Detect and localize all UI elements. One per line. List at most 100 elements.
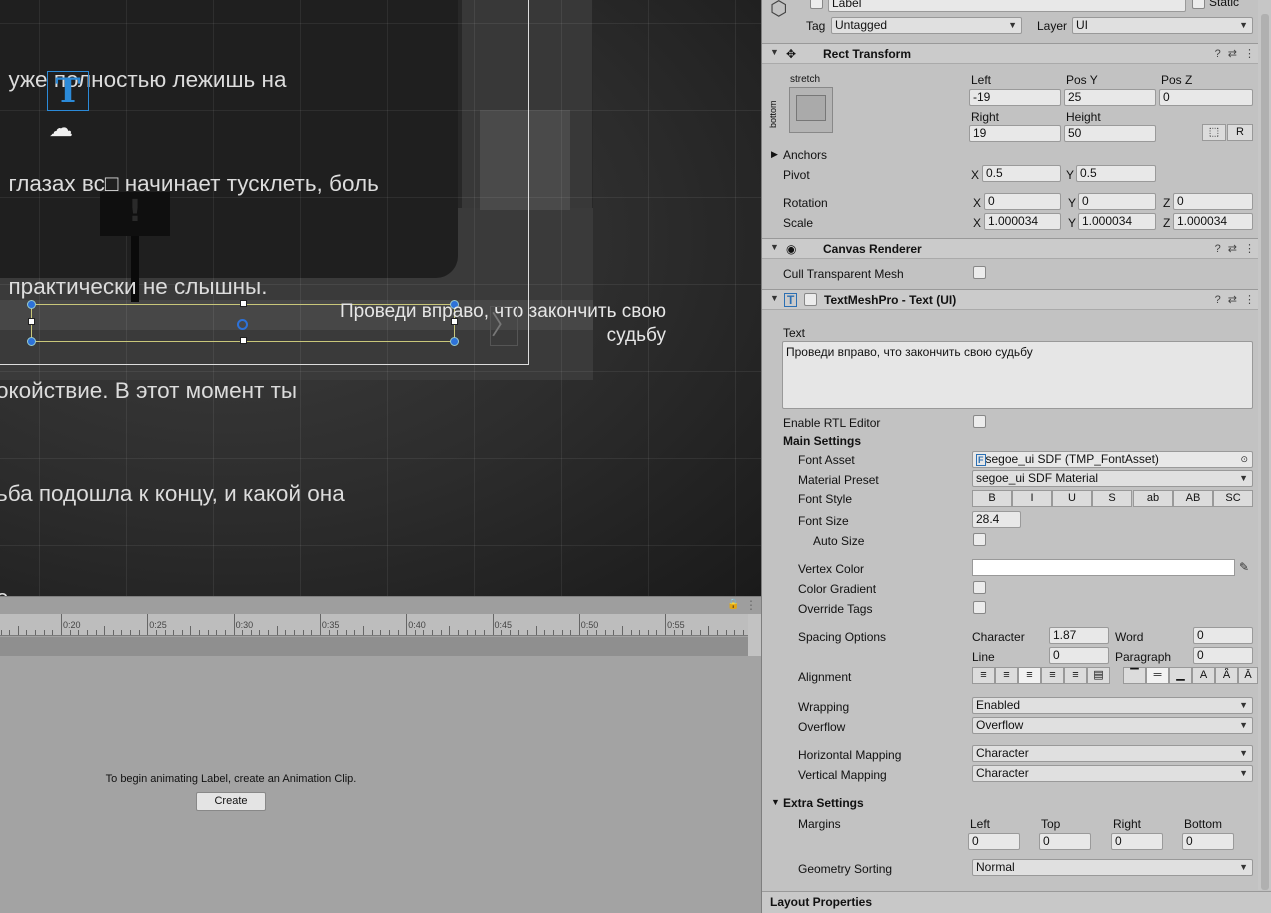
rtl-checkbox[interactable] (973, 415, 986, 428)
animation-window: 🔒 ⋮ 0:20 0:25 0:30 0:35 0:40 0:45 0:50 0:55 To … (0, 596, 761, 913)
right-field[interactable]: 19 (969, 125, 1061, 142)
material-dropdown[interactable]: segoe_ui SDF Material ▼ (972, 470, 1253, 487)
timeline-scrollbar[interactable] (748, 614, 761, 656)
scene-view[interactable]: ! уже полностью лежишь на глазах вс□ нач… (0, 0, 761, 596)
font-style-smallcaps[interactable]: SC (1213, 490, 1253, 507)
align-right-icon[interactable]: ≡ (1018, 667, 1041, 684)
pivot-handle[interactable] (237, 319, 248, 330)
tmp-header[interactable]: ▼ T TextMeshPro - Text (UI) ?⇄⋮ (762, 289, 1271, 310)
inspector-scroll-thumb[interactable] (1261, 14, 1269, 890)
static-checkbox[interactable] (1192, 0, 1205, 9)
blueprint-mode-button[interactable]: ⬚ (1202, 124, 1226, 141)
align-top-icon[interactable]: ▔ (1123, 667, 1146, 684)
align-geometry-icon[interactable]: ▤ (1087, 667, 1110, 684)
component-menu-icons[interactable]: ?⇄⋮ (1215, 293, 1262, 306)
foldout-icon[interactable]: ▼ (770, 47, 779, 57)
anchors-label[interactable]: Anchors (783, 148, 827, 162)
align-center-icon[interactable]: ≡ (995, 667, 1018, 684)
scale-z-field[interactable]: 1.000034 (1173, 213, 1253, 230)
tag-dropdown[interactable]: Untagged ▼ (831, 17, 1022, 34)
resize-handle-bottom[interactable] (240, 337, 247, 344)
font-style-italic[interactable]: I (1012, 490, 1052, 507)
auto-size-checkbox[interactable] (973, 533, 986, 546)
menu-icon[interactable]: ⋮ (745, 598, 757, 612)
create-clip-button[interactable]: Create (196, 792, 266, 811)
character-field[interactable]: 1.87 (1049, 627, 1109, 644)
font-asset-field[interactable]: Fsegoe_ui SDF (TMP_FontAsset) ⊙ (972, 451, 1253, 468)
margin-left-field[interactable]: 0 (968, 833, 1020, 850)
font-style-lower[interactable]: ab (1133, 490, 1173, 507)
font-style-strike[interactable]: S (1092, 490, 1132, 507)
rotation-x-field[interactable]: 0 (984, 193, 1061, 210)
rotation-z-field[interactable]: 0 (1173, 193, 1253, 210)
eyedropper-icon[interactable]: ✎ (1239, 560, 1249, 574)
anchors-foldout-icon[interactable]: ▶ (771, 149, 778, 160)
scale-x-field[interactable]: 1.000034 (984, 213, 1061, 230)
foldout-icon[interactable]: ▼ (770, 242, 779, 252)
lock-icon[interactable]: 🔒 (727, 599, 739, 610)
anchor-presets-button[interactable] (789, 87, 833, 133)
cull-checkbox[interactable] (973, 266, 986, 279)
scale-y-field[interactable]: 1.000034 (1078, 213, 1156, 230)
tag-value: Untagged (835, 18, 888, 32)
align-flush-icon[interactable]: ≡ (1064, 667, 1087, 684)
object-name-field[interactable]: Label (828, 0, 1186, 12)
corner-handle-tl[interactable] (27, 300, 36, 309)
vmap-dropdown[interactable]: Character ▼ (972, 765, 1253, 782)
paragraph-field[interactable]: 0 (1193, 647, 1253, 664)
color-gradient-checkbox[interactable] (973, 581, 986, 594)
timeline-tick (449, 626, 451, 635)
posy-field[interactable]: 25 (1064, 89, 1156, 106)
object-picker-icon[interactable]: ⊙ (1240, 452, 1248, 467)
margin-top-field[interactable]: 0 (1039, 833, 1091, 850)
margin-right-field[interactable]: 0 (1111, 833, 1163, 850)
left-field[interactable]: -19 (969, 89, 1061, 106)
rect-transform-header[interactable]: ▼ ✥ Rect Transform ?⇄⋮ (762, 43, 1271, 64)
pivot-y-field[interactable]: 0.5 (1076, 165, 1156, 182)
align-capline-icon[interactable]: Ā (1238, 667, 1258, 684)
layout-properties-bar[interactable]: Layout Properties (762, 891, 1271, 913)
timeline-ruler[interactable]: 0:20 0:25 0:30 0:35 0:40 0:45 0:50 0:55 (0, 614, 748, 636)
text-input[interactable]: Проведи вправо, что закончить свою судьб… (782, 341, 1253, 409)
overflow-dropdown[interactable]: Overflow ▼ (972, 717, 1253, 734)
posz-field[interactable]: 0 (1159, 89, 1253, 106)
vertex-color-swatch[interactable] (972, 559, 1235, 576)
layer-dropdown[interactable]: UI ▼ (1072, 17, 1253, 34)
camera-gizmo-icon[interactable]: ☁ (49, 116, 73, 140)
height-field[interactable]: 50 (1064, 125, 1156, 142)
override-tags-checkbox[interactable] (973, 601, 986, 614)
text-gizmo-icon[interactable]: T (47, 71, 89, 111)
font-style-bold[interactable]: B (972, 490, 1012, 507)
extra-settings-foldout-icon[interactable]: ▼ (771, 797, 780, 807)
timeline-track[interactable] (0, 637, 748, 656)
rotation-y-field[interactable]: 0 (1078, 193, 1156, 210)
resize-handle-left[interactable] (28, 318, 35, 325)
font-style-underline[interactable]: U (1052, 490, 1092, 507)
corner-handle-bl[interactable] (27, 337, 36, 346)
align-midline-icon[interactable]: Ǟ (1215, 667, 1238, 684)
geometry-dropdown[interactable]: Normal ▼ (972, 859, 1253, 876)
resize-handle-top[interactable] (240, 300, 247, 307)
margin-bottom-field[interactable]: 0 (1182, 833, 1234, 850)
line-field[interactable]: 0 (1049, 647, 1109, 664)
align-justify-icon[interactable]: ≡ (1041, 667, 1064, 684)
extra-settings-label[interactable]: Extra Settings (783, 796, 864, 810)
component-menu-icons[interactable]: ?⇄⋮ (1215, 242, 1262, 255)
component-menu-icons[interactable]: ?⇄⋮ (1215, 47, 1262, 60)
canvas-renderer-header[interactable]: ▼ ◉ Canvas Renderer ?⇄⋮ (762, 238, 1271, 259)
foldout-icon[interactable]: ▼ (770, 293, 779, 303)
align-baseline-icon[interactable]: A (1192, 667, 1215, 684)
tmp-enabled-checkbox[interactable] (804, 293, 817, 306)
font-size-field[interactable]: 28.4 (972, 511, 1021, 528)
raw-edit-button[interactable]: R (1227, 124, 1253, 141)
align-bottom-icon[interactable]: ▁ (1169, 667, 1192, 684)
word-field[interactable]: 0 (1193, 627, 1253, 644)
align-left-icon[interactable]: ≡ (972, 667, 995, 684)
timeline-tick (155, 630, 157, 635)
hmap-dropdown[interactable]: Character ▼ (972, 745, 1253, 762)
wrapping-dropdown[interactable]: Enabled ▼ (972, 697, 1253, 714)
font-style-upper[interactable]: AB (1173, 490, 1213, 507)
align-middle-icon[interactable]: ═ (1146, 667, 1169, 684)
pivot-x-field[interactable]: 0.5 (982, 165, 1061, 182)
active-checkbox[interactable] (810, 0, 823, 9)
